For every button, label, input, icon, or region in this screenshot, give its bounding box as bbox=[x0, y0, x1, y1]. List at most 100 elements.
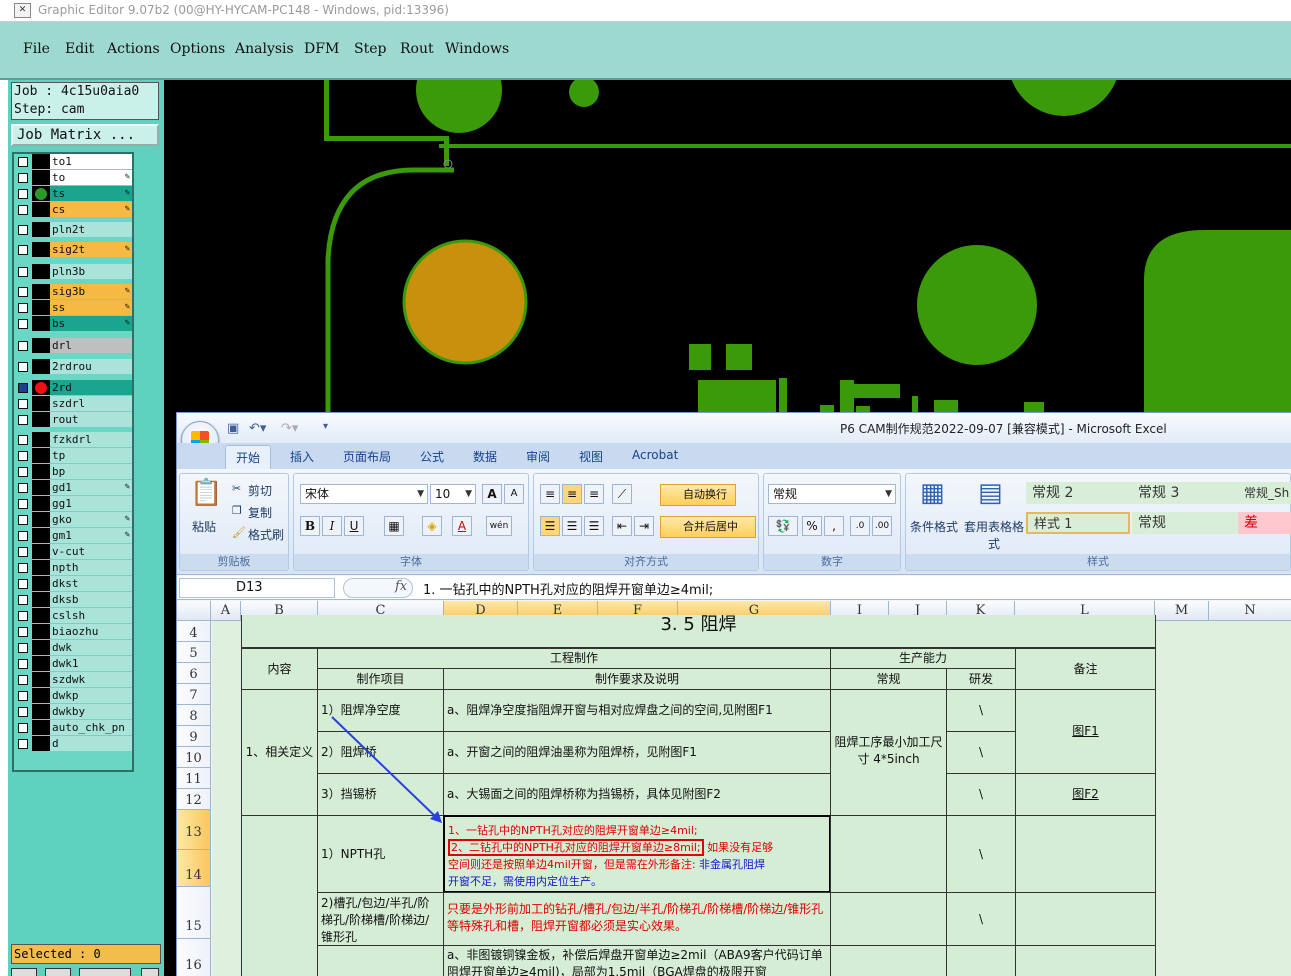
row-header[interactable]: 14 bbox=[177, 850, 211, 887]
layer-state-swatch[interactable] bbox=[32, 396, 50, 411]
layer-row[interactable]: cslsh bbox=[14, 608, 132, 623]
layer-row[interactable]: ts ✎ bbox=[14, 186, 132, 201]
style-normal-sh[interactable]: 常规_Sh bbox=[1238, 482, 1291, 504]
layer-row[interactable]: to1 bbox=[14, 154, 132, 169]
layer-checkbox[interactable] bbox=[18, 303, 28, 313]
layer-checkbox[interactable] bbox=[18, 189, 28, 199]
row-header[interactable]: 15 bbox=[177, 887, 211, 939]
layer-state-swatch[interactable] bbox=[32, 624, 50, 639]
layer-checkbox[interactable] bbox=[18, 157, 28, 167]
menu-options[interactable]: Options bbox=[170, 41, 225, 57]
column-header[interactable]: N bbox=[1209, 601, 1291, 621]
fx-icon[interactable]: fx bbox=[395, 579, 407, 594]
copy-button[interactable]: 复制 bbox=[248, 504, 272, 521]
layer-state-swatch[interactable] bbox=[32, 496, 50, 511]
layer-row[interactable]: dwk1 bbox=[14, 656, 132, 671]
comma-button[interactable]: , bbox=[824, 516, 844, 536]
increase-decimal-icon[interactable]: .0 bbox=[850, 516, 870, 536]
menu-analysis[interactable]: Analysis bbox=[235, 41, 294, 57]
layer-row[interactable]: dkst bbox=[14, 576, 132, 591]
conditional-format-button[interactable]: 条件格式 bbox=[910, 518, 958, 535]
select-all[interactable] bbox=[177, 601, 211, 621]
layer-row[interactable]: d bbox=[14, 736, 132, 751]
layer-name[interactable]: rout bbox=[50, 412, 132, 427]
layer-state-swatch[interactable] bbox=[32, 592, 50, 607]
underline-button[interactable]: U bbox=[344, 516, 364, 536]
tab-view[interactable]: 视图 bbox=[579, 448, 603, 465]
bottom-button-3[interactable] bbox=[79, 968, 131, 976]
layer-state-swatch[interactable] bbox=[32, 720, 50, 735]
job-matrix-button[interactable]: Job Matrix ... bbox=[11, 124, 159, 146]
decrease-decimal-icon[interactable]: .00 bbox=[872, 516, 892, 536]
align-middle-icon[interactable]: ≡ bbox=[562, 484, 582, 504]
layer-name[interactable]: v-cut bbox=[50, 544, 132, 559]
layer-state-swatch[interactable] bbox=[32, 154, 50, 169]
layer-name[interactable]: cs ✎ bbox=[50, 202, 132, 217]
layer-name[interactable]: bs ✎ bbox=[50, 316, 132, 331]
name-box[interactable]: D13 bbox=[179, 578, 335, 598]
layer-row[interactable]: ss ✎ bbox=[14, 300, 132, 315]
accounting-icon[interactable]: 💱 bbox=[768, 516, 798, 536]
layer-checkbox[interactable] bbox=[18, 362, 28, 372]
layer-name[interactable]: sig2t ✎ bbox=[50, 242, 132, 257]
layer-row[interactable]: rout bbox=[14, 412, 132, 427]
align-top-icon[interactable]: ≡ bbox=[540, 484, 560, 504]
shrink-font-button[interactable]: A bbox=[504, 484, 524, 504]
row-header[interactable]: 10 bbox=[177, 747, 211, 768]
align-center-icon[interactable]: ☰ bbox=[562, 516, 582, 536]
layer-row[interactable]: gd1 ✎ bbox=[14, 480, 132, 495]
layer-state-swatch[interactable] bbox=[32, 464, 50, 479]
phonetic-button[interactable]: wén bbox=[486, 516, 512, 536]
font-color-button[interactable]: A bbox=[452, 516, 472, 536]
layer-name[interactable]: gm1 ✎ bbox=[50, 528, 132, 543]
number-format-combo[interactable]: 常规 ▼ bbox=[768, 484, 896, 504]
layer-row[interactable]: bs ✎ bbox=[14, 316, 132, 331]
layer-name[interactable]: dksb bbox=[50, 592, 132, 607]
menu-file[interactable]: File bbox=[23, 41, 50, 57]
menu-dfm[interactable]: DFM bbox=[304, 41, 339, 57]
layer-state-swatch[interactable] bbox=[32, 704, 50, 719]
layer-row[interactable]: gm1 ✎ bbox=[14, 528, 132, 543]
layer-name[interactable]: biaozhu bbox=[50, 624, 132, 639]
layer-state-swatch[interactable] bbox=[32, 170, 50, 185]
layer-name[interactable]: dwk bbox=[50, 640, 132, 655]
layer-checkbox[interactable] bbox=[18, 267, 28, 277]
layer-checkbox[interactable] bbox=[18, 707, 28, 717]
layer-row[interactable]: 2rdrou bbox=[14, 359, 132, 374]
bold-button[interactable]: B bbox=[300, 516, 320, 536]
layer-row[interactable]: dwkby bbox=[14, 704, 132, 719]
layer-state-swatch[interactable] bbox=[32, 512, 50, 527]
layer-row[interactable]: tp bbox=[14, 448, 132, 463]
layer-checkbox[interactable] bbox=[18, 563, 28, 573]
layer-name[interactable]: 2rdrou bbox=[50, 359, 132, 374]
layer-state-swatch[interactable] bbox=[32, 560, 50, 575]
wrap-text-button[interactable]: 自动换行 bbox=[660, 484, 736, 506]
layer-name[interactable]: szdrl bbox=[50, 396, 132, 411]
layer-row[interactable]: cs ✎ bbox=[14, 202, 132, 217]
tab-review[interactable]: 审阅 bbox=[526, 448, 550, 465]
layer-row[interactable]: sig3b ✎ bbox=[14, 284, 132, 299]
row-header[interactable]: 7 bbox=[177, 684, 211, 705]
italic-button[interactable]: I bbox=[322, 516, 342, 536]
row-header[interactable]: 13 bbox=[177, 810, 211, 850]
layer-name[interactable]: gd1 ✎ bbox=[50, 480, 132, 495]
layer-checkbox[interactable] bbox=[18, 415, 28, 425]
layer-checkbox[interactable] bbox=[18, 383, 28, 393]
undo-icon[interactable]: ↶▾ bbox=[249, 421, 266, 436]
menu-edit[interactable]: Edit bbox=[65, 41, 94, 57]
column-header[interactable]: A bbox=[211, 601, 241, 621]
layer-checkbox[interactable] bbox=[18, 341, 28, 351]
tab-page-layout[interactable]: 页面布局 bbox=[343, 448, 391, 465]
align-left-icon[interactable]: ☰ bbox=[540, 516, 560, 536]
layer-checkbox[interactable] bbox=[18, 173, 28, 183]
layer-name[interactable]: cslsh bbox=[50, 608, 132, 623]
layer-row[interactable]: pln2t bbox=[14, 222, 132, 237]
layer-state-swatch[interactable] bbox=[32, 528, 50, 543]
layer-checkbox[interactable] bbox=[18, 483, 28, 493]
layer-state-swatch[interactable] bbox=[32, 412, 50, 427]
save-icon[interactable]: ▣ bbox=[227, 421, 239, 436]
layer-name[interactable]: gko ✎ bbox=[50, 512, 132, 527]
style-normal-2[interactable]: 常规 2 bbox=[1026, 482, 1132, 504]
borders-icon[interactable]: ▦ bbox=[384, 516, 404, 536]
layer-state-swatch[interactable] bbox=[32, 359, 50, 374]
